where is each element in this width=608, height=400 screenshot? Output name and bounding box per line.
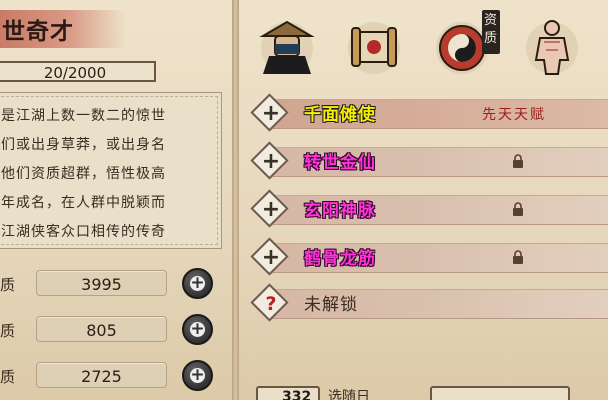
talent-name: 鹤骨龙筋 — [304, 249, 376, 269]
talent-row[interactable]: + 千面傩使 先天天赋 — [250, 93, 608, 134]
talent-row[interactable]: ? 未解锁 — [250, 283, 608, 324]
stat-value-box: 2725 — [36, 362, 167, 388]
plus-icon: + — [261, 197, 281, 222]
talent-name: 转世金仙 — [304, 153, 376, 173]
bottom-field[interactable] — [430, 386, 570, 400]
character-info-panel: 世奇才 20/2000 是江湖上数一数二的惊世 们或出身草莽，或出身名 他们资质… — [0, 0, 232, 400]
stat-row: 质 2725 + — [0, 360, 232, 392]
description-line: 们或出身草莽，或出身名 — [1, 137, 166, 153]
innate-talent-tag: 先天天赋 — [482, 107, 546, 123]
add-stat-button[interactable]: + — [182, 314, 213, 345]
stat-row: 质 3995 + — [0, 268, 232, 300]
stat-value: 805 — [86, 321, 117, 340]
plus-icon: + — [261, 149, 281, 174]
character-talent-screen: { "character": { "title": "世奇才", "progre… — [0, 0, 608, 400]
talent-row[interactable]: + 转世金仙 — [250, 141, 608, 182]
talent-name: 未解锁 — [304, 295, 358, 315]
stat-label: 质 — [0, 276, 16, 294]
stat-value-box: 805 — [36, 316, 167, 342]
progress-text: 20/2000 — [43, 64, 107, 82]
description-box: 是江湖上数一数二的惊世 们或出身草莽，或出身名 他们资质超群，悟性极高 年成名，… — [0, 92, 222, 249]
experience-progress: 20/2000 — [0, 61, 156, 82]
description-line: 是江湖上数一数二的惊世 — [1, 108, 166, 124]
meridian-body-icon[interactable] — [520, 12, 584, 76]
lock-icon — [513, 202, 523, 216]
scroll-icon[interactable] — [342, 12, 406, 76]
description-line: 年成名，在人群中脱颖而 — [1, 195, 166, 211]
panel-divider — [232, 0, 239, 400]
stat-value: 2725 — [81, 367, 122, 386]
count-box: 332 — [256, 386, 320, 400]
plus-icon: + — [190, 319, 205, 339]
description-line: 他们资质超群，悟性极高 — [1, 166, 166, 182]
description-line: 江湖侠客众口相传的传奇 — [1, 224, 166, 240]
lock-icon — [513, 154, 523, 168]
add-stat-button[interactable]: + — [182, 360, 213, 391]
count-value: 332 — [282, 389, 312, 400]
character-title: 世奇才 — [2, 19, 74, 45]
talent-row[interactable]: + 玄阳神脉 — [250, 189, 608, 230]
plus-icon: + — [190, 273, 205, 293]
question-icon: ? — [265, 293, 277, 315]
bottom-label: 选随日 — [328, 389, 370, 400]
add-stat-button[interactable]: + — [182, 268, 213, 299]
talent-name: 千面傩使 — [304, 105, 376, 125]
plus-icon: + — [261, 101, 281, 126]
plus-icon: + — [190, 365, 205, 385]
plus-icon: + — [261, 245, 281, 270]
talent-row[interactable]: + 鹤骨龙筋 — [250, 237, 608, 278]
stat-value: 3995 — [81, 275, 122, 294]
swordsman-hat-icon[interactable] — [255, 12, 319, 76]
stat-value-box: 3995 — [36, 270, 167, 296]
qualification-tag-label: 资质 — [484, 13, 498, 46]
stat-label: 质 — [0, 322, 16, 340]
bottom-toolbar: 332 选随日 — [256, 382, 608, 400]
qualification-tag: 资质 — [482, 10, 500, 54]
stat-label: 质 — [0, 368, 16, 386]
talent-name: 玄阳神脉 — [304, 201, 376, 221]
stat-row: 质 805 + — [0, 314, 232, 346]
lock-icon — [513, 250, 523, 264]
